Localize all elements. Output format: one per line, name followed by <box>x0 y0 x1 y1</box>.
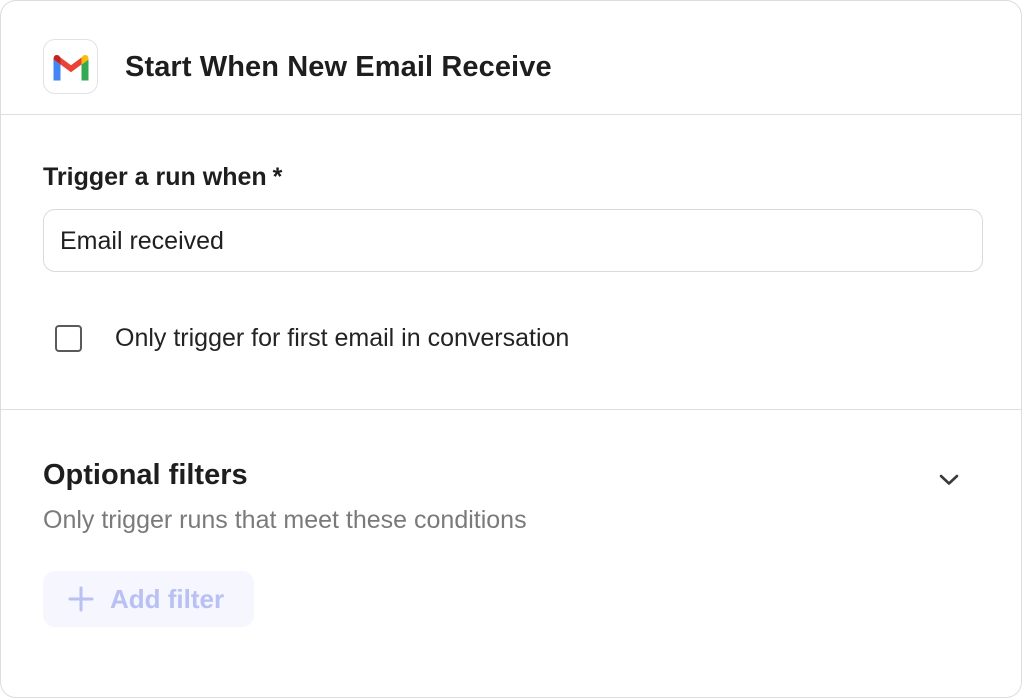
trigger-settings-section: Trigger a run when * Email received Only … <box>1 115 1021 410</box>
first-email-only-label: Only trigger for first email in conversa… <box>115 324 570 352</box>
required-marker: * <box>272 163 283 191</box>
trigger-event-select[interactable]: Email received <box>43 209 983 272</box>
gmail-logo-icon <box>43 39 98 94</box>
card-header: Start When New Email Receive <box>1 1 1021 115</box>
first-email-only-checkbox[interactable] <box>55 324 82 352</box>
add-filter-button[interactable]: Add filter <box>43 571 254 627</box>
optional-filters-title: Optional filters <box>43 459 248 491</box>
chevron-down-icon[interactable] <box>935 466 963 494</box>
trigger-config-card: Start When New Email Receive Trigger a r… <box>0 0 1022 698</box>
add-filter-label: Add filter <box>110 584 225 614</box>
optional-filters-section: Optional filters Only trigger runs that … <box>1 410 1021 697</box>
trigger-field-label-text: Trigger a run when <box>43 163 267 191</box>
optional-filters-subtitle: Only trigger runs that meet these condit… <box>43 506 527 534</box>
card-title: Start When New Email Receive <box>125 51 552 83</box>
trigger-field-label: Trigger a run when * <box>43 160 282 194</box>
first-email-only-option[interactable]: Only trigger for first email in conversa… <box>55 318 569 358</box>
plus-icon <box>68 586 94 612</box>
trigger-event-value: Email received <box>60 227 224 255</box>
